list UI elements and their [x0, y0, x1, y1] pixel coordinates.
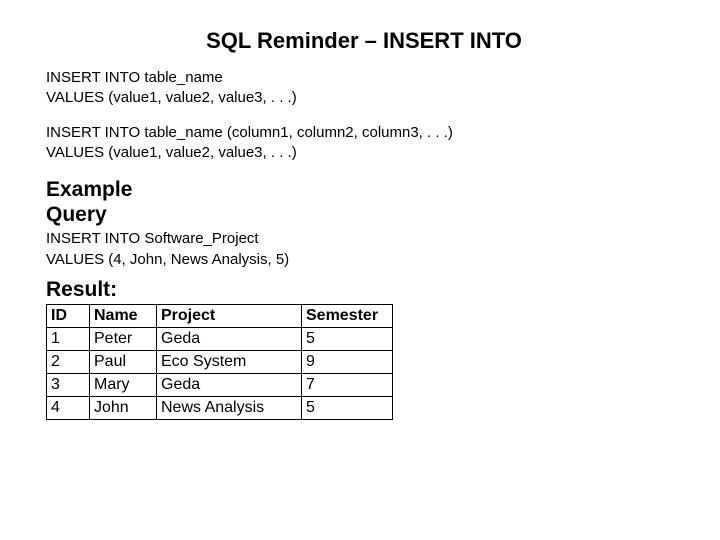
cell-name: John	[90, 396, 157, 419]
table-row: 2 Paul Eco System 9	[47, 350, 393, 373]
cell-id: 4	[47, 396, 90, 419]
syntax2-line2: VALUES (value1, value2, value3, . . .)	[46, 143, 674, 163]
cell-id: 1	[47, 327, 90, 350]
table-row: 4 John News Analysis 5	[47, 396, 393, 419]
syntax1-line2: VALUES (value1, value2, value3, . . .)	[46, 88, 674, 108]
th-id: ID	[47, 304, 90, 327]
table-row: 3 Mary Geda 7	[47, 373, 393, 396]
th-name: Name	[90, 304, 157, 327]
table-header-row: ID Name Project Semester	[47, 304, 393, 327]
th-semester: Semester	[302, 304, 393, 327]
cell-name: Peter	[90, 327, 157, 350]
query-line1: INSERT INTO Software_Project	[46, 229, 674, 249]
syntax1-line1: INSERT INTO table_name	[46, 68, 674, 88]
result-heading: Result:	[46, 278, 674, 302]
query-block: INSERT INTO Software_Project VALUES (4, …	[46, 229, 674, 270]
result-table: ID Name Project Semester 1 Peter Geda 5 …	[46, 304, 393, 420]
cell-id: 3	[47, 373, 90, 396]
cell-id: 2	[47, 350, 90, 373]
query-line2: VALUES (4, John, News Analysis, 5)	[46, 250, 674, 270]
cell-semester: 5	[302, 396, 393, 419]
cell-project: Geda	[157, 373, 302, 396]
page-title: SQL Reminder – INSERT INTO	[154, 28, 574, 54]
cell-project: Geda	[157, 327, 302, 350]
th-project: Project	[157, 304, 302, 327]
syntax-block-1: INSERT INTO table_name VALUES (value1, v…	[46, 68, 674, 109]
cell-name: Mary	[90, 373, 157, 396]
example-heading: Example Query	[46, 177, 674, 227]
syntax2-line1: INSERT INTO table_name (column1, column2…	[46, 123, 674, 143]
cell-semester: 7	[302, 373, 393, 396]
cell-project: News Analysis	[157, 396, 302, 419]
table-row: 1 Peter Geda 5	[47, 327, 393, 350]
syntax-block-2: INSERT INTO table_name (column1, column2…	[46, 123, 674, 164]
cell-name: Paul	[90, 350, 157, 373]
example-heading-line2: Query	[46, 202, 674, 227]
cell-semester: 9	[302, 350, 393, 373]
cell-project: Eco System	[157, 350, 302, 373]
cell-semester: 5	[302, 327, 393, 350]
page: SQL Reminder – INSERT INTO INSERT INTO t…	[0, 0, 720, 420]
example-heading-line1: Example	[46, 177, 674, 202]
